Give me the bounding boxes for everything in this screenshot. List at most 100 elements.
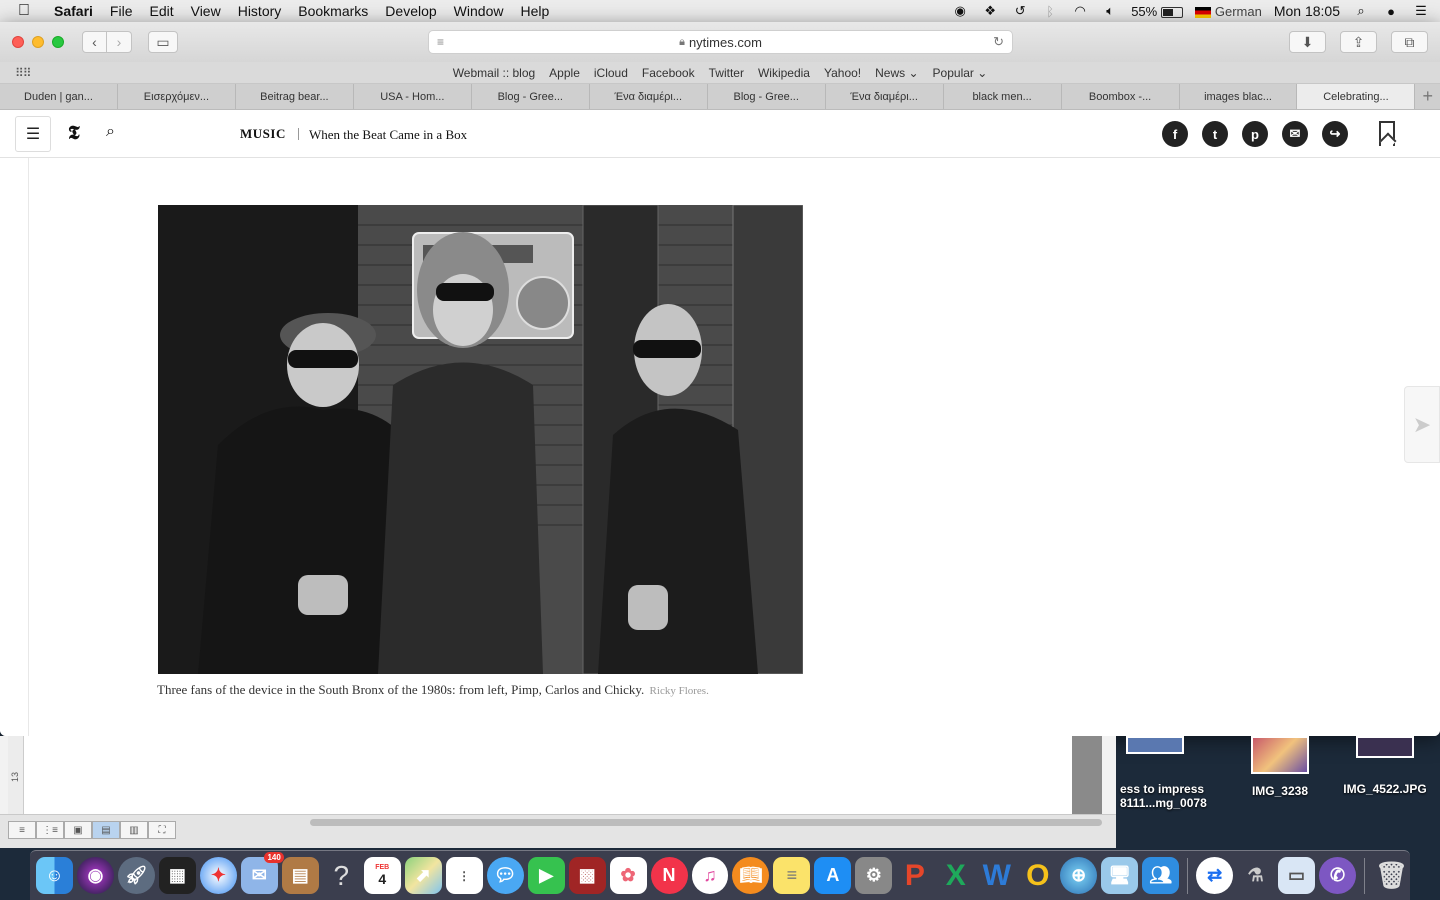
- browser-tab[interactable]: Beitrag bear...: [236, 84, 354, 109]
- menu-history[interactable]: History: [238, 3, 282, 19]
- twitter-share-icon[interactable]: t: [1202, 121, 1228, 147]
- system-preferences-icon[interactable]: ⚙: [855, 857, 893, 894]
- section-label[interactable]: MUSIC: [240, 126, 286, 142]
- help-icon[interactable]: ?: [323, 857, 360, 894]
- safari-icon[interactable]: ✦: [199, 857, 237, 894]
- launchpad-icon[interactable]: 🚀︎: [117, 857, 155, 894]
- publishing-view-icon[interactable]: ▣: [64, 821, 92, 839]
- contacts-icon[interactable]: ▤: [281, 857, 319, 894]
- back-button[interactable]: ‹: [82, 31, 107, 53]
- desktop-file[interactable]: ess to impress 8111...mg_0078: [1120, 736, 1230, 810]
- menu-edit[interactable]: Edit: [149, 3, 173, 19]
- desktop-file[interactable]: IMG_4522.JPG: [1330, 736, 1440, 796]
- volume-icon[interactable]: 🔈︎: [1101, 3, 1119, 19]
- notification-center-icon[interactable]: ☰: [1412, 3, 1430, 19]
- address-bar[interactable]: ≡ 🔒︎ nytimes.com ↻: [428, 30, 1013, 54]
- calendar-icon[interactable]: FEB 4: [363, 857, 401, 894]
- browser-tab[interactable]: Εισερχόμεν...: [118, 84, 236, 109]
- browser-tab[interactable]: Duden | gan...: [0, 84, 118, 109]
- news-icon[interactable]: N: [650, 857, 688, 894]
- excel-icon[interactable]: X: [937, 857, 974, 894]
- stuffit-icon[interactable]: ⚗: [1237, 857, 1274, 894]
- reload-icon[interactable]: ↻: [993, 34, 1004, 50]
- spotlight-search-icon[interactable]: ⌕: [1352, 3, 1370, 19]
- favorite-webmail[interactable]: Webmail :: blog: [453, 66, 535, 80]
- favorite-popular-folder[interactable]: Popular ⌄: [933, 66, 988, 80]
- time-machine-icon[interactable]: ↺: [1011, 3, 1029, 19]
- preview-icon[interactable]: ▭: [1278, 857, 1316, 894]
- print-layout-view-icon[interactable]: ▤: [92, 821, 120, 839]
- browser-tab-active[interactable]: Celebrating...: [1297, 84, 1416, 109]
- notebook-view-icon[interactable]: ▥: [120, 821, 148, 839]
- top-sites-grid-icon[interactable]: ⠿⠿: [15, 66, 32, 80]
- show-tabs-button[interactable]: ⧉: [1391, 31, 1428, 53]
- facebook-share-icon[interactable]: f: [1162, 121, 1188, 147]
- photo-app-icon[interactable]: ▩: [568, 857, 606, 894]
- reader-view-icon[interactable]: ≡: [437, 35, 444, 49]
- favorite-twitter[interactable]: Twitter: [709, 66, 744, 80]
- reminders-icon[interactable]: ⋮: [445, 857, 483, 894]
- favorite-wikipedia[interactable]: Wikipedia: [758, 66, 810, 80]
- favorite-icloud[interactable]: iCloud: [594, 66, 628, 80]
- books-icon[interactable]: 📖︎: [732, 857, 770, 894]
- browser-tab[interactable]: Ένα διαμέρι...: [590, 84, 708, 109]
- browser-tab[interactable]: images blac...: [1180, 84, 1298, 109]
- globe-icon[interactable]: ⊕: [1060, 857, 1098, 894]
- share-button[interactable]: ⇪: [1340, 31, 1377, 53]
- facetime-icon[interactable]: ▶: [527, 857, 565, 894]
- favorite-news-folder[interactable]: News ⌄: [875, 66, 918, 80]
- favorite-apple[interactable]: Apple: [549, 66, 580, 80]
- clock[interactable]: Mon 18:05: [1274, 3, 1340, 19]
- save-article-bookmark-icon[interactable]: [1379, 121, 1395, 146]
- menu-bookmarks[interactable]: Bookmarks: [298, 3, 368, 19]
- next-slide-arrow-icon[interactable]: ➤: [1404, 386, 1440, 463]
- sidebar-toggle-button[interactable]: ▭: [148, 31, 178, 53]
- pinterest-share-icon[interactable]: p: [1242, 121, 1268, 147]
- browser-tab[interactable]: Boombox -...: [1062, 84, 1180, 109]
- menu-view[interactable]: View: [191, 3, 221, 19]
- remote-desktop-icon[interactable]: 🖥︎: [1101, 857, 1139, 894]
- browser-tab[interactable]: black men...: [944, 84, 1062, 109]
- favorite-facebook[interactable]: Facebook: [642, 66, 695, 80]
- battery-status[interactable]: 55%: [1131, 4, 1183, 19]
- fullscreen-window-button[interactable]: [52, 36, 64, 48]
- document-page[interactable]: [24, 736, 1072, 814]
- powerpoint-icon[interactable]: P: [896, 857, 933, 894]
- menu-hamburger-icon[interactable]: ☰: [15, 116, 51, 152]
- input-source[interactable]: German: [1194, 4, 1262, 19]
- menu-help[interactable]: Help: [520, 3, 549, 19]
- more-share-icon[interactable]: ↪: [1322, 121, 1348, 147]
- app-store-icon[interactable]: A: [814, 857, 852, 894]
- outlook-icon[interactable]: O: [1019, 857, 1056, 894]
- messages-icon[interactable]: 💬︎: [486, 857, 524, 894]
- word-icon[interactable]: W: [978, 857, 1015, 894]
- email-share-icon[interactable]: ✉: [1282, 121, 1308, 147]
- browser-tab[interactable]: USA - Hom...: [354, 84, 472, 109]
- browser-tab[interactable]: Ένα διαμέρι...: [826, 84, 944, 109]
- messenger-icon[interactable]: 👥︎: [1142, 857, 1180, 894]
- favorite-yahoo[interactable]: Yahoo!: [824, 66, 861, 80]
- menu-window[interactable]: Window: [454, 3, 504, 19]
- notes-icon[interactable]: ≡: [773, 857, 811, 894]
- apple-menu-icon[interactable]: : [18, 2, 38, 20]
- itunes-icon[interactable]: ♫: [691, 857, 729, 894]
- mail-icon[interactable]: ✉ 140: [240, 852, 284, 894]
- outline-view-icon[interactable]: ⋮≡: [36, 821, 64, 839]
- photo-booth-icon[interactable]: ▦: [158, 857, 196, 894]
- menu-develop[interactable]: Develop: [385, 3, 436, 19]
- downloads-button[interactable]: ⬇: [1289, 31, 1326, 53]
- minimize-window-button[interactable]: [32, 36, 44, 48]
- close-window-button[interactable]: [12, 36, 24, 48]
- browser-tab[interactable]: Blog - Gree...: [708, 84, 826, 109]
- siri-icon[interactable]: ◉: [76, 857, 114, 894]
- maps-icon[interactable]: ⬈: [404, 857, 442, 894]
- viber-icon[interactable]: ✆: [1319, 857, 1356, 894]
- teamviewer-icon[interactable]: ⇄: [1196, 857, 1234, 894]
- forward-button[interactable]: ›: [107, 31, 132, 53]
- draft-view-icon[interactable]: ≡: [8, 821, 36, 839]
- photos-icon[interactable]: ✿: [609, 857, 647, 894]
- app-menu[interactable]: Safari: [54, 3, 93, 19]
- finder-icon[interactable]: ☺: [36, 857, 73, 894]
- menu-file[interactable]: File: [110, 3, 133, 19]
- nyt-logo-icon[interactable]: 𝕿: [68, 122, 80, 144]
